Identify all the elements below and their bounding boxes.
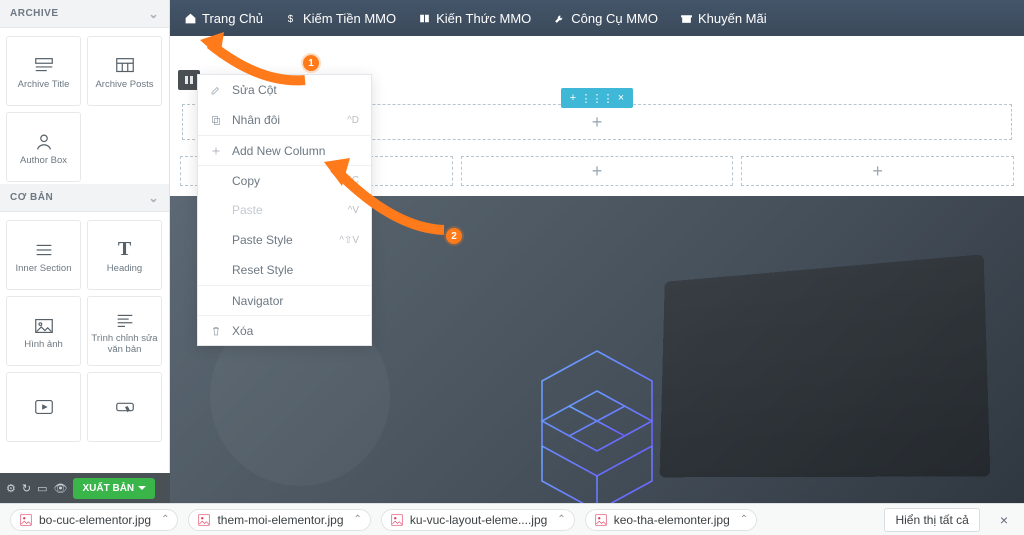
- nav-home[interactable]: Trang Chủ: [184, 11, 263, 26]
- panel-basic-widgets: Inner Section T Heading Hình ảnh Trình c…: [0, 212, 169, 444]
- publish-button[interactable]: XUẤT BẢN: [73, 478, 155, 499]
- callout-badge-2: 2: [446, 228, 462, 244]
- dl-label: ku-vuc-layout-eleme....jpg: [410, 513, 547, 527]
- widget-text-editor[interactable]: Trình chỉnh sửa văn bản: [87, 296, 162, 366]
- ctx-label: Copy: [232, 174, 260, 188]
- nav-label: Công Cụ MMO: [571, 11, 658, 26]
- ctx-label: Paste: [232, 203, 263, 217]
- ctx-label: Nhân đôi: [232, 113, 280, 127]
- panel-head-basic[interactable]: CƠ BẢN ⌄: [0, 184, 169, 212]
- badge-text: 1: [308, 58, 314, 69]
- chevron-down-icon: ⌄: [148, 191, 159, 205]
- play-icon: [33, 393, 55, 421]
- image-file-icon: [594, 513, 608, 527]
- widget-label: Author Box: [18, 156, 69, 167]
- nav-label: Khuyến Mãi: [698, 11, 767, 26]
- image-file-icon: [390, 513, 404, 527]
- settings-icon[interactable]: ⚙: [6, 482, 16, 495]
- dl-them-moi[interactable]: them-moi-elementor.jpg ⌃: [188, 509, 370, 531]
- ctx-label: Navigator: [232, 294, 283, 308]
- section-icon: [33, 236, 55, 264]
- close-icon[interactable]: ×: [1000, 512, 1008, 528]
- ctx-duplicate[interactable]: Nhân đôi ^D: [198, 105, 371, 135]
- publish-label: XUẤT BẢN: [82, 483, 134, 494]
- column-placeholder[interactable]: +: [741, 156, 1014, 186]
- widget-archive-title[interactable]: Archive Title: [6, 36, 81, 106]
- image-icon: [33, 312, 55, 340]
- user-icon: [33, 128, 55, 156]
- dl-label: bo-cuc-elementor.jpg: [39, 513, 151, 527]
- dl-keo-tha[interactable]: keo-tha-elemonter.jpg ⌃: [585, 509, 757, 531]
- chevron-up-icon[interactable]: ⌃: [557, 514, 565, 525]
- button-icon: [114, 393, 136, 421]
- panel-archive-widgets: Archive Title Archive Posts Author Box: [0, 28, 169, 184]
- chevron-up-icon[interactable]: ⌃: [740, 514, 748, 525]
- widget-label: Hình ảnh: [22, 340, 65, 351]
- ctx-label: Xóa: [232, 324, 253, 338]
- history-icon[interactable]: ↻: [22, 482, 31, 495]
- sidebar: ARCHIVE ⌄ Archive Title Archive Posts Au…: [0, 0, 170, 535]
- hero-cube-graphic: [517, 346, 677, 503]
- widget-label: Heading: [105, 264, 144, 275]
- preview-icon[interactable]: 👁: [54, 482, 68, 495]
- ctx-reset-style[interactable]: Reset Style: [198, 255, 371, 285]
- show-all-label: Hiển thị tất cả: [895, 513, 968, 527]
- title-icon: [33, 52, 55, 80]
- nav-label: Kiếm Tiền MMO: [303, 11, 396, 26]
- image-file-icon: [197, 513, 211, 527]
- chevron-up-icon[interactable]: ⌃: [354, 514, 362, 525]
- widget-image[interactable]: Hình ảnh: [6, 296, 81, 366]
- widget-heading[interactable]: T Heading: [87, 220, 162, 290]
- ctx-delete[interactable]: Xóa: [198, 315, 371, 345]
- drag-section-icon[interactable]: ⋮⋮⋮: [585, 88, 609, 108]
- image-file-icon: [19, 513, 33, 527]
- column-placeholder[interactable]: +: [461, 156, 734, 186]
- responsive-icon[interactable]: ▭: [37, 482, 47, 495]
- panel-title: CƠ BẢN: [10, 192, 53, 203]
- widget-button[interactable]: [87, 372, 162, 442]
- widget-label: Trình chỉnh sửa văn bản: [88, 334, 161, 356]
- callout-arrow-2: [322, 158, 452, 238]
- panel-head-archive[interactable]: ARCHIVE ⌄: [0, 0, 169, 28]
- nav-mmo-money[interactable]: $ Kiếm Tiền MMO: [285, 11, 396, 26]
- callout-arrow-1: [200, 32, 310, 87]
- nav-promo[interactable]: Khuyến Mãi: [680, 11, 767, 26]
- ctx-label: Paste Style: [232, 233, 293, 247]
- ctx-navigator[interactable]: Navigator: [198, 285, 371, 315]
- widget-inner-section[interactable]: Inner Section: [6, 220, 81, 290]
- widget-archive-posts[interactable]: Archive Posts: [87, 36, 162, 106]
- badge-text: 2: [451, 231, 457, 242]
- text-editor-icon: [114, 306, 136, 334]
- nav-label: Trang Chủ: [202, 11, 263, 26]
- widget-label: Archive Title: [16, 80, 72, 91]
- site-navbar: Trang Chủ $ Kiếm Tiền MMO Kiến Thức MMO C…: [170, 0, 1024, 36]
- nav-mmo-knowledge[interactable]: Kiến Thức MMO: [418, 11, 531, 26]
- caret-up-icon: [138, 486, 146, 490]
- ctx-label: Add New Column: [232, 144, 325, 158]
- panel-title: ARCHIVE: [10, 8, 59, 19]
- download-bar: bo-cuc-elementor.jpg ⌃ them-moi-elementor…: [0, 503, 1024, 535]
- widget-video[interactable]: [6, 372, 81, 442]
- dl-label: them-moi-elementor.jpg: [217, 513, 343, 527]
- editor-bottom-bar: ⚙ ↻ ▭ 👁 XUẤT BẢN: [0, 473, 170, 503]
- widget-author-box[interactable]: Author Box: [6, 112, 81, 182]
- chevron-up-icon[interactable]: ⌃: [161, 514, 169, 525]
- chevron-down-icon: ⌄: [148, 7, 159, 21]
- dl-bo-cuc[interactable]: bo-cuc-elementor.jpg ⌃: [10, 509, 178, 531]
- nav-label: Kiến Thức MMO: [436, 11, 531, 26]
- close-section-icon[interactable]: ×: [609, 88, 633, 108]
- svg-text:$: $: [288, 13, 294, 24]
- callout-badge-1: 1: [303, 55, 319, 71]
- heading-icon: T: [118, 236, 131, 264]
- dl-ku-vuc[interactable]: ku-vuc-layout-eleme....jpg ⌃: [381, 509, 575, 531]
- widget-label: Archive Posts: [93, 80, 155, 91]
- widget-label: Inner Section: [14, 264, 74, 275]
- nav-mmo-tools[interactable]: Công Cụ MMO: [553, 11, 658, 26]
- shortcut: ^D: [347, 115, 359, 126]
- section-handle[interactable]: + ⋮⋮⋮ ×: [561, 88, 633, 108]
- ctx-label: Reset Style: [232, 263, 293, 277]
- grid-icon: [114, 52, 136, 80]
- dl-label: keo-tha-elemonter.jpg: [614, 513, 730, 527]
- show-all-button[interactable]: Hiển thị tất cả: [884, 508, 979, 532]
